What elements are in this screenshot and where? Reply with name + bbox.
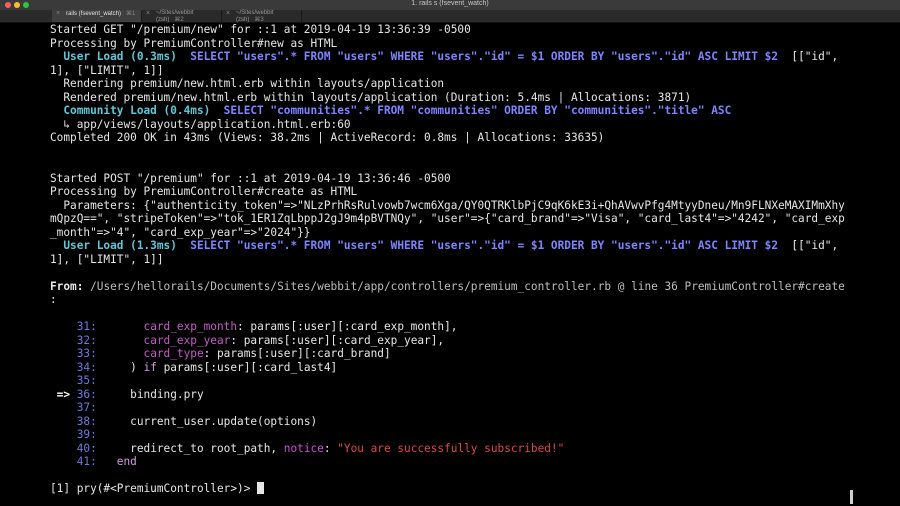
window-titlebar: 1. rails s (fsevent_watch) — [0, 0, 900, 10]
from-path: /Users/hellorails/Documents/Sites/webbit… — [83, 279, 845, 293]
log-line: mQpzQ==", "stripeToken"=>"tok_1ER1ZqLbpp… — [50, 212, 845, 225]
line-number: 35: — [50, 374, 97, 387]
tab-rails-server[interactable]: × rails (fsevent_watch) ⌘1 — [52, 10, 142, 22]
code-line-41: 41: end — [50, 455, 137, 469]
code-string: "You are successfully subscribed!" — [337, 441, 565, 455]
log-line: Processing by PremiumController#create a… — [50, 185, 358, 198]
sql-label: Community Load (0.4ms) — [50, 104, 211, 117]
code-line-32: 32: card_exp_year: params[:user][:card_e… — [50, 334, 444, 348]
log-line: Community Load (0.4ms) SELECT "communiti… — [50, 104, 731, 118]
code-line-36-current: => 36: binding.pry — [50, 388, 204, 402]
code-keyword: if — [143, 360, 157, 374]
code-line-40: 40: redirect_to root_path, notice: "You … — [50, 441, 565, 456]
line-number: 36: — [76, 387, 97, 401]
code-keyword: end — [96, 455, 137, 468]
sql-query: SELECT "users".* FROM "users" WHERE "use… — [176, 50, 779, 63]
log-line: Completed 200 OK in 43ms (Views: 38.2ms … — [50, 131, 605, 144]
window-title: 1. rails s (fsevent_watch) — [411, 0, 489, 7]
code-line-34: 34: ) if params[:user][:card_last4] — [50, 360, 338, 375]
tab-zsh-1[interactable]: × ~/Sites/webbit (zsh) ⌘2 — [142, 10, 222, 23]
log-line: Started POST "/premium" for ::1 at 2019-… — [50, 171, 451, 185]
sql-binds: [["id", — [778, 50, 839, 63]
line-number: 39: — [50, 428, 97, 441]
code-line-35: 35: — [50, 374, 97, 388]
text-cursor — [257, 482, 265, 494]
code-text: : params[:user][:card_brand] — [203, 347, 391, 360]
terminal-output[interactable]: Started GET "/premium/new" for ::1 at 20… — [50, 23, 900, 506]
code-symbol: card_exp_month — [96, 320, 238, 333]
code-text: params[:user][:card_last4] — [156, 360, 338, 374]
log-line: User Load (1.3ms) SELECT "users".* FROM … — [50, 239, 838, 253]
code-line-39: 39: — [50, 428, 97, 442]
code-text: : params[:user][:card_exp_month], — [237, 320, 458, 333]
line-number: 37: — [50, 401, 97, 414]
code-text: binding.pry — [96, 387, 204, 401]
pry-prompt: [1] pry(#<PremiumController>)> — [50, 482, 258, 495]
line-number: 33: — [50, 347, 97, 360]
log-line: ↳ app/views/layouts/application.html.erb… — [50, 117, 351, 131]
log-line: Processing by PremiumController#new as H… — [50, 36, 338, 50]
log-line: _month"=>"4", "card_exp_year"=>"2024"}} — [50, 225, 311, 239]
sql-binds: [["id", — [778, 239, 839, 252]
line-number: 40: — [50, 441, 97, 455]
code-symbol: card_exp_year — [96, 333, 231, 347]
line-number: 34: — [50, 360, 97, 374]
line-number: 32: — [50, 333, 97, 347]
code-line-31: 31: card_exp_month: params[:user][:card_… — [50, 320, 458, 334]
sql-label: User Load (1.3ms) — [50, 239, 177, 252]
code-text: ) — [96, 360, 144, 374]
pry-from-line: From: /Users/hellorails/Documents/Sites/… — [50, 280, 845, 294]
sql-query: SELECT "users".* FROM "users" WHERE "use… — [176, 239, 779, 252]
code-line-37: 37: — [50, 401, 97, 415]
log-line: Rendered premium/new.html.erb within lay… — [50, 90, 692, 104]
line-number: 31: — [50, 320, 97, 333]
tab-bar: × rails (fsevent_watch) ⌘1 × ~/Sites/webb… — [0, 10, 900, 23]
code-text: current_user.update(options) — [96, 414, 318, 428]
line-number: 38: — [50, 414, 97, 428]
tab-label: rails (fsevent_watch) — [66, 11, 122, 17]
tab-zsh-2[interactable]: × ~/Sites/webbit (zsh) ⌘3 — [222, 10, 302, 23]
log-line: Parameters: {"authenticity_token"=>"NLzP… — [50, 198, 845, 212]
terminal-scrollbar[interactable] — [850, 490, 853, 504]
current-line-arrow-icon: => — [50, 387, 77, 401]
log-line: 1], ["LIMIT", 1]] — [50, 63, 164, 77]
pry-from-cont: : — [50, 293, 57, 306]
tab-shortcut: ⌘1 — [126, 11, 136, 17]
pry-prompt-line[interactable]: [1] pry(#<PremiumController>)> — [50, 482, 265, 496]
code-text: : — [323, 441, 338, 455]
code-line-38: 38: current_user.update(options) — [50, 415, 317, 429]
sql-label: User Load (0.3ms) — [50, 50, 177, 63]
line-number: 41: — [50, 455, 97, 468]
from-label: From: — [50, 279, 84, 293]
tab-close-icon[interactable]: × — [226, 10, 230, 17]
code-symbol: notice — [283, 441, 324, 455]
log-line: 1], ["LIMIT", 1]] — [50, 252, 164, 266]
code-text: : params[:user][:card_exp_year], — [230, 333, 445, 347]
log-line: Started GET "/premium/new" for ::1 at 20… — [50, 23, 471, 36]
tab-close-icon[interactable]: × — [146, 10, 150, 17]
code-symbol: card_type — [96, 347, 204, 360]
log-line: User Load (0.3ms) SELECT "users".* FROM … — [50, 50, 838, 64]
sql-query: SELECT "communities".* FROM "communities… — [210, 104, 732, 117]
tab-close-icon[interactable]: × — [56, 10, 60, 17]
code-line-33: 33: card_type: params[:user][:card_brand… — [50, 347, 391, 361]
code-text: redirect_to root_path, — [96, 441, 284, 455]
log-line: Rendering premium/new.html.erb within la… — [50, 77, 445, 90]
